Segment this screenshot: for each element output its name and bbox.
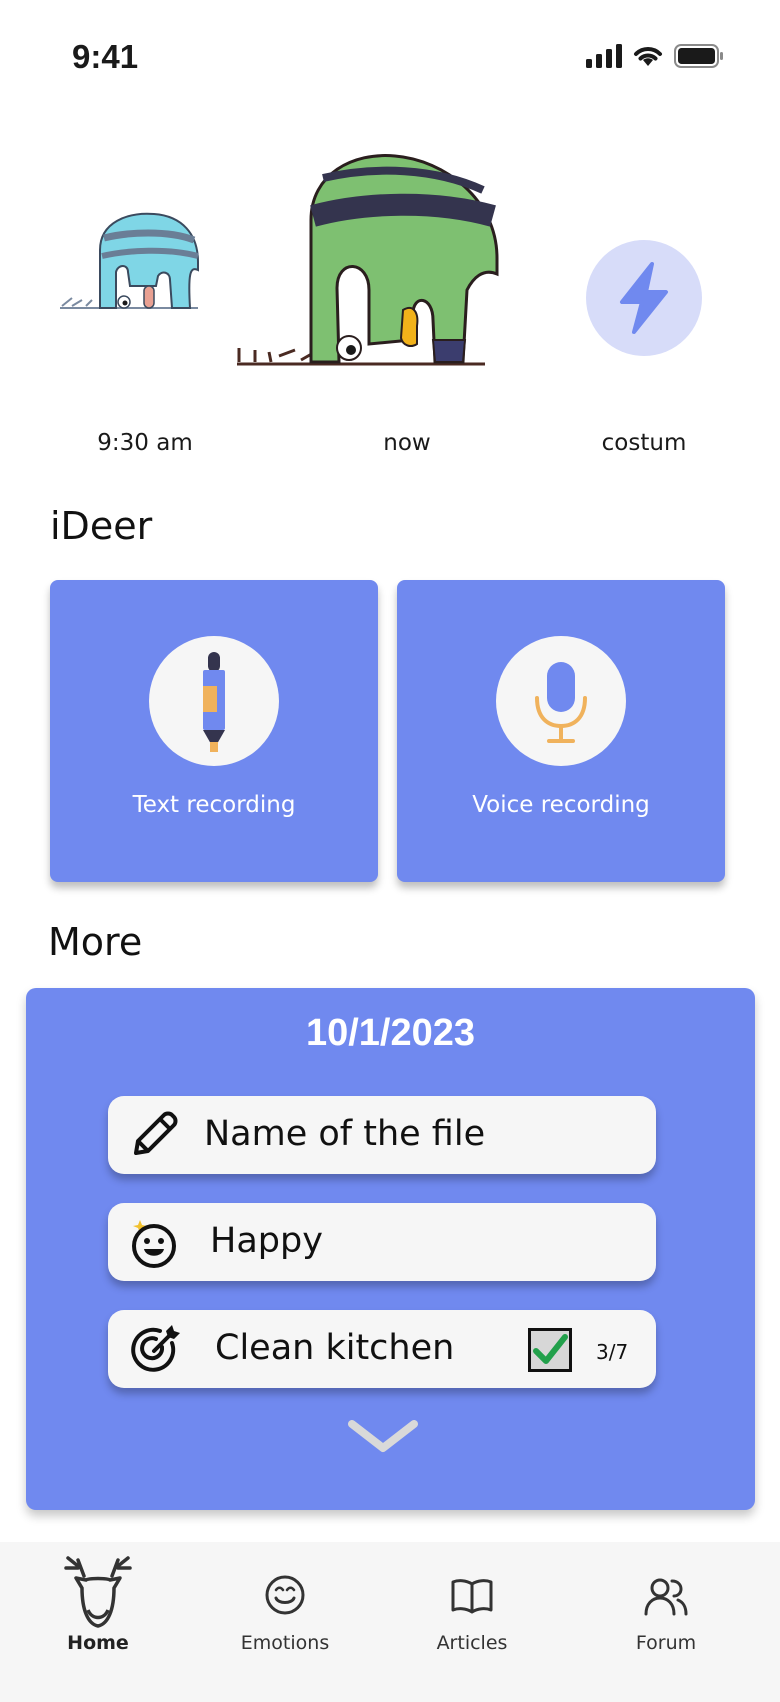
target-icon [131, 1325, 180, 1372]
blue-sleeping-deer-illustration [60, 212, 199, 309]
nav-emotions[interactable]: Emotions [235, 1542, 335, 1654]
signal-icon [586, 44, 622, 68]
green-sleeping-deer-illustration [237, 154, 499, 366]
mood-item-custom[interactable]: costum [560, 140, 760, 470]
mood-label-now: now [383, 430, 431, 456]
book-icon [451, 1579, 493, 1614]
users-icon [644, 1578, 688, 1616]
nav-home[interactable]: Home [48, 1542, 148, 1654]
nav-articles[interactable]: Articles [422, 1542, 522, 1654]
entry-emotion[interactable]: Happy [108, 1203, 656, 1281]
section-title-more: More [48, 920, 143, 964]
custom-mood-circle [586, 240, 702, 356]
battery-icon [674, 44, 723, 68]
bottom-nav: Home Emotions Articles Forum [0, 1542, 780, 1702]
voice-recording-card[interactable]: Voice recording [397, 580, 725, 882]
nav-forum[interactable]: Forum [616, 1542, 716, 1654]
microphone-icon [535, 662, 587, 743]
status-bar: 9:41 [0, 0, 780, 110]
nav-home-label: Home [67, 1632, 129, 1654]
task-progress-count: 3/7 [596, 1340, 629, 1364]
voice-recording-circle [496, 636, 626, 766]
status-icons [586, 44, 724, 68]
entry-file-name-text: Name of the file [204, 1114, 486, 1154]
pencil-icon [134, 1111, 178, 1155]
checkmark-icon [533, 1334, 568, 1364]
entry-file-name[interactable]: Name of the file [108, 1096, 656, 1174]
entry-task-text: Clean kitchen [215, 1328, 455, 1368]
entry-emotion-text: Happy [210, 1221, 323, 1261]
task-done-checkbox[interactable] [528, 1328, 572, 1372]
lightning-bolt-icon [620, 262, 668, 334]
nav-emotions-label: Emotions [240, 1632, 330, 1654]
text-recording-card[interactable]: Text recording [50, 580, 378, 882]
mood-item-now[interactable]: now [235, 140, 525, 470]
mood-label-earlier: 9:30 am [97, 430, 193, 456]
happy-face-icon [132, 1220, 176, 1268]
entry-date: 10/1/2023 [305, 1012, 476, 1054]
deer-icon [64, 1556, 132, 1628]
section-title-ideer: iDeer [50, 504, 153, 548]
text-recording-label: Text recording [132, 792, 296, 818]
more-panel: 10/1/2023 Name of the file Happy Clean k… [26, 988, 755, 1510]
smiley-icon [265, 1575, 305, 1615]
mood-selector: 9:30 am now costum [0, 140, 780, 470]
nav-forum-label: Forum [635, 1632, 697, 1654]
wifi-icon [634, 47, 662, 66]
nav-articles-label: Articles [436, 1632, 508, 1654]
entry-task[interactable]: Clean kitchen 3/7 [108, 1310, 656, 1388]
chevron-down-icon[interactable] [348, 1418, 418, 1458]
status-time: 9:41 [72, 38, 139, 75]
mood-label-custom: costum [601, 430, 687, 456]
voice-recording-label: Voice recording [472, 792, 650, 818]
pen-icon [203, 652, 225, 752]
text-recording-circle [149, 636, 279, 766]
